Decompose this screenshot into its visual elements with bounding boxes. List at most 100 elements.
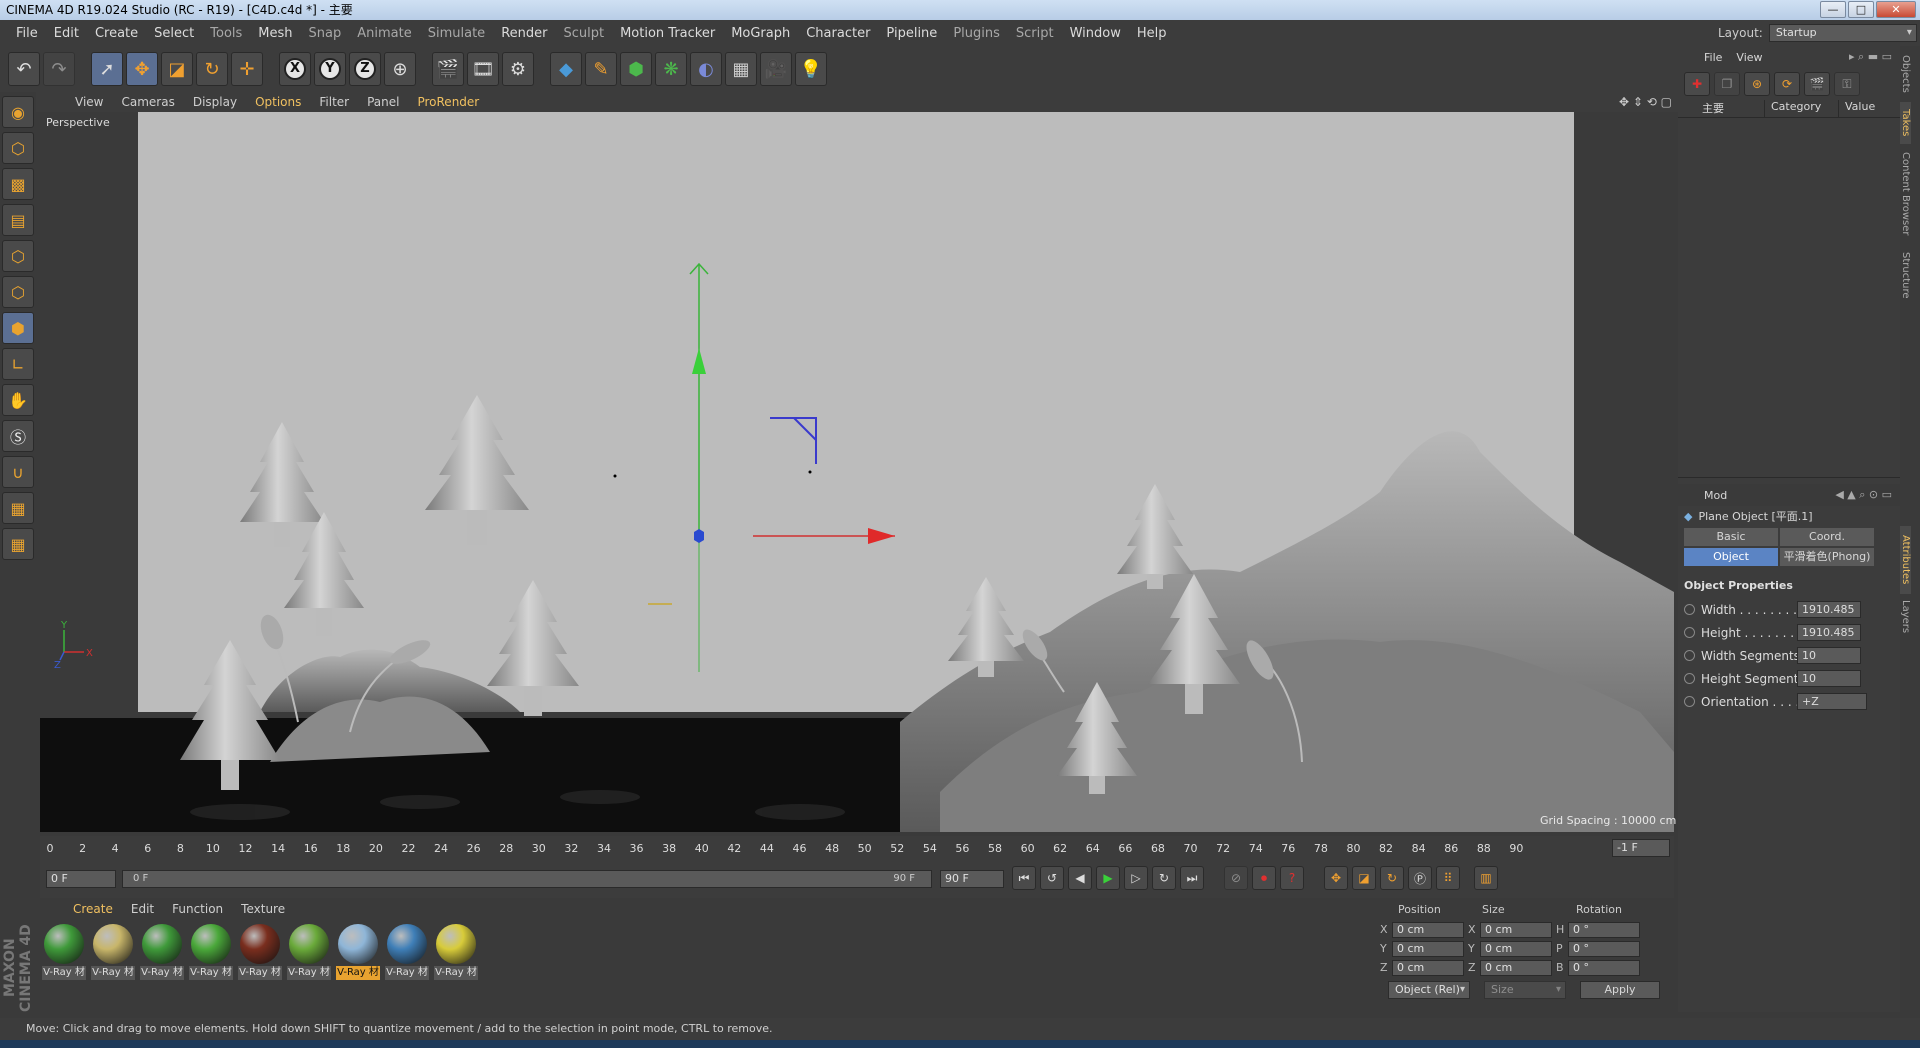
light-icon[interactable]: 💡 <box>795 52 827 86</box>
key-scale-icon[interactable]: ◪ <box>1352 866 1376 890</box>
coord-rotation-field[interactable]: 0 ° <box>1568 940 1640 957</box>
objects-menu-file[interactable]: File <box>1704 51 1722 64</box>
takes-clone-icon[interactable]: ❐ <box>1714 72 1740 96</box>
end-frame-field[interactable]: 90 F <box>940 870 1004 888</box>
material-swatch[interactable]: V-Ray 材 <box>336 924 380 982</box>
coord-size-mode-select[interactable]: Size <box>1484 981 1566 999</box>
cube-icon[interactable]: ◆ <box>550 52 582 86</box>
key-position-icon[interactable]: ✥ <box>1324 866 1348 890</box>
sidetab-layers[interactable]: Layers <box>1900 594 1911 640</box>
sidetab-attributes[interactable]: Attributes <box>1900 526 1911 594</box>
menu-snap[interactable]: Snap <box>301 26 350 41</box>
menu-file[interactable]: File <box>8 26 46 41</box>
attributes-menu-mode[interactable]: Mod <box>1704 489 1727 502</box>
keyframe-dot-icon[interactable] <box>1684 650 1695 661</box>
attr-tab-object[interactable]: Object <box>1684 548 1778 566</box>
menu-character[interactable]: Character <box>798 26 878 41</box>
property-value-field[interactable]: 1910.485 <box>1797 601 1861 618</box>
menu-tools[interactable]: Tools <box>202 26 250 41</box>
prev-frame-icon[interactable]: ◀ <box>1068 866 1092 890</box>
material-swatch[interactable]: V-Ray 材 <box>238 924 282 982</box>
coord-position-field[interactable]: 0 cm <box>1392 940 1464 957</box>
close-button[interactable]: ✕ <box>1876 1 1916 18</box>
vp-menu-filter[interactable]: Filter <box>310 95 358 109</box>
y-axis-lock-button[interactable]: Y <box>314 52 346 86</box>
material-swatch[interactable]: V-Ray 材 <box>385 924 429 982</box>
menu-mograph[interactable]: MoGraph <box>723 26 798 41</box>
menu-window[interactable]: Window <box>1062 26 1129 41</box>
mat-menu-create[interactable]: Create <box>64 902 122 920</box>
attributes-nav-icons[interactable]: ◀ ▲ ⌕ ⊙ ▭ <box>1835 488 1892 502</box>
menu-simulate[interactable]: Simulate <box>420 26 493 41</box>
layout-select[interactable]: Startup <box>1768 24 1917 42</box>
axis-mode-icon[interactable]: ∟ <box>2 348 34 380</box>
material-swatch[interactable]: V-Ray 材 <box>140 924 184 982</box>
model-mode-icon[interactable]: ⬡ <box>2 132 34 164</box>
snap-icon[interactable]: Ⓢ <box>2 420 34 452</box>
objects-menu-view[interactable]: View <box>1736 51 1762 64</box>
vp-menu-prorender[interactable]: ProRender <box>408 95 488 109</box>
takes-record-icon[interactable]: 🎬 <box>1804 72 1830 96</box>
x-axis-lock-button[interactable]: X <box>279 52 311 86</box>
pen-spline-icon[interactable]: ✎ <box>585 52 617 86</box>
menu-script[interactable]: Script <box>1008 26 1062 41</box>
coord-position-field[interactable]: 0 cm <box>1392 921 1464 938</box>
menu-motion-tracker[interactable]: Motion Tracker <box>612 26 723 41</box>
keyframe-dot-icon[interactable] <box>1684 604 1695 615</box>
next-frame-icon[interactable]: ▷ <box>1124 866 1148 890</box>
play-icon[interactable]: ▶ <box>1096 866 1120 890</box>
takes-override-icon[interactable]: ⊛ <box>1744 72 1770 96</box>
takes-lock-icon[interactable]: ⚿ <box>1834 72 1860 96</box>
z-axis-lock-button[interactable]: Z <box>349 52 381 86</box>
coord-size-field[interactable]: 0 cm <box>1480 921 1552 938</box>
texture-mode-icon[interactable]: ▩ <box>2 168 34 200</box>
material-swatch[interactable]: V-Ray 材 <box>189 924 233 982</box>
take-main-item[interactable]: 主要 <box>1678 100 1764 117</box>
tweak-mode-icon[interactable]: ✋ <box>2 384 34 416</box>
start-frame-field[interactable]: 0 F <box>46 870 116 888</box>
takes-add-icon[interactable]: ✚ <box>1684 72 1710 96</box>
camera-icon[interactable]: 🎥 <box>760 52 792 86</box>
edges-mode-icon[interactable]: ⬡ <box>2 276 34 308</box>
render-view-icon[interactable]: 🎬 <box>432 52 464 86</box>
takes-list-area[interactable] <box>1678 118 1900 478</box>
mat-menu-function[interactable]: Function <box>163 902 232 920</box>
autokey-icon[interactable]: ⏺ <box>1252 866 1276 890</box>
menu-mesh[interactable]: Mesh <box>250 26 300 41</box>
vp-menu-cameras[interactable]: Cameras <box>112 95 183 109</box>
redo-icon[interactable]: ↷ <box>43 52 75 86</box>
deformer-icon[interactable]: ◐ <box>690 52 722 86</box>
points-mode-icon[interactable]: ⬡ <box>2 240 34 272</box>
move-tool-icon[interactable]: ✥ <box>126 52 158 86</box>
workplane-icon[interactable]: ▤ <box>2 204 34 236</box>
attr-tab-basic[interactable]: Basic <box>1684 528 1778 546</box>
menu-create[interactable]: Create <box>87 26 146 41</box>
keyframe-dot-icon[interactable] <box>1684 696 1695 707</box>
world-coord-icon[interactable]: ⊕ <box>384 52 416 86</box>
objects-toolbar-icons[interactable]: ▸ ⌕ ▬ ▭ <box>1849 50 1892 64</box>
menu-pipeline[interactable]: Pipeline <box>878 26 945 41</box>
keyframe-dot-icon[interactable] <box>1684 673 1695 684</box>
timeline-ruler[interactable]: 0 2 4 6 8 10 12 14 16 18 20 22 24 26 28 30 32 34 36 38 40 42 4… <box>40 836 1674 860</box>
key-param-icon[interactable]: Ⓟ <box>1408 866 1432 890</box>
menu-render[interactable]: Render <box>493 26 555 41</box>
coord-size-field[interactable]: 0 cm <box>1480 940 1552 957</box>
render-settings-icon[interactable]: ⚙ <box>502 52 534 86</box>
magnet-icon[interactable]: ∪ <box>2 456 34 488</box>
menu-animate[interactable]: Animate <box>349 26 419 41</box>
sidetab-content-browser[interactable]: Content Browser <box>1900 144 1911 244</box>
undo-icon[interactable]: ↶ <box>8 52 40 86</box>
property-value-field[interactable]: 1910.485 <box>1797 624 1861 641</box>
prev-key-icon[interactable]: ↺ <box>1040 866 1064 890</box>
material-swatch[interactable]: V-Ray 材 <box>42 924 86 982</box>
record-keys-icon[interactable]: ⊘ <box>1224 866 1248 890</box>
takes-auto-icon[interactable]: ⟳ <box>1774 72 1800 96</box>
material-swatch[interactable]: V-Ray 材 <box>91 924 135 982</box>
floor-icon[interactable]: ▦ <box>725 52 757 86</box>
scale-tool-icon[interactable]: ◪ <box>161 52 193 86</box>
attr-tab-phong[interactable]: 平滑着色(Phong) <box>1780 548 1874 566</box>
sidetab-objects[interactable]: Objects <box>1900 46 1911 102</box>
attr-tab-coord[interactable]: Coord. <box>1780 528 1874 546</box>
coord-mode-select[interactable]: Object (Rel) <box>1388 981 1470 999</box>
timeline-window-icon[interactable]: ▥ <box>1474 866 1498 890</box>
